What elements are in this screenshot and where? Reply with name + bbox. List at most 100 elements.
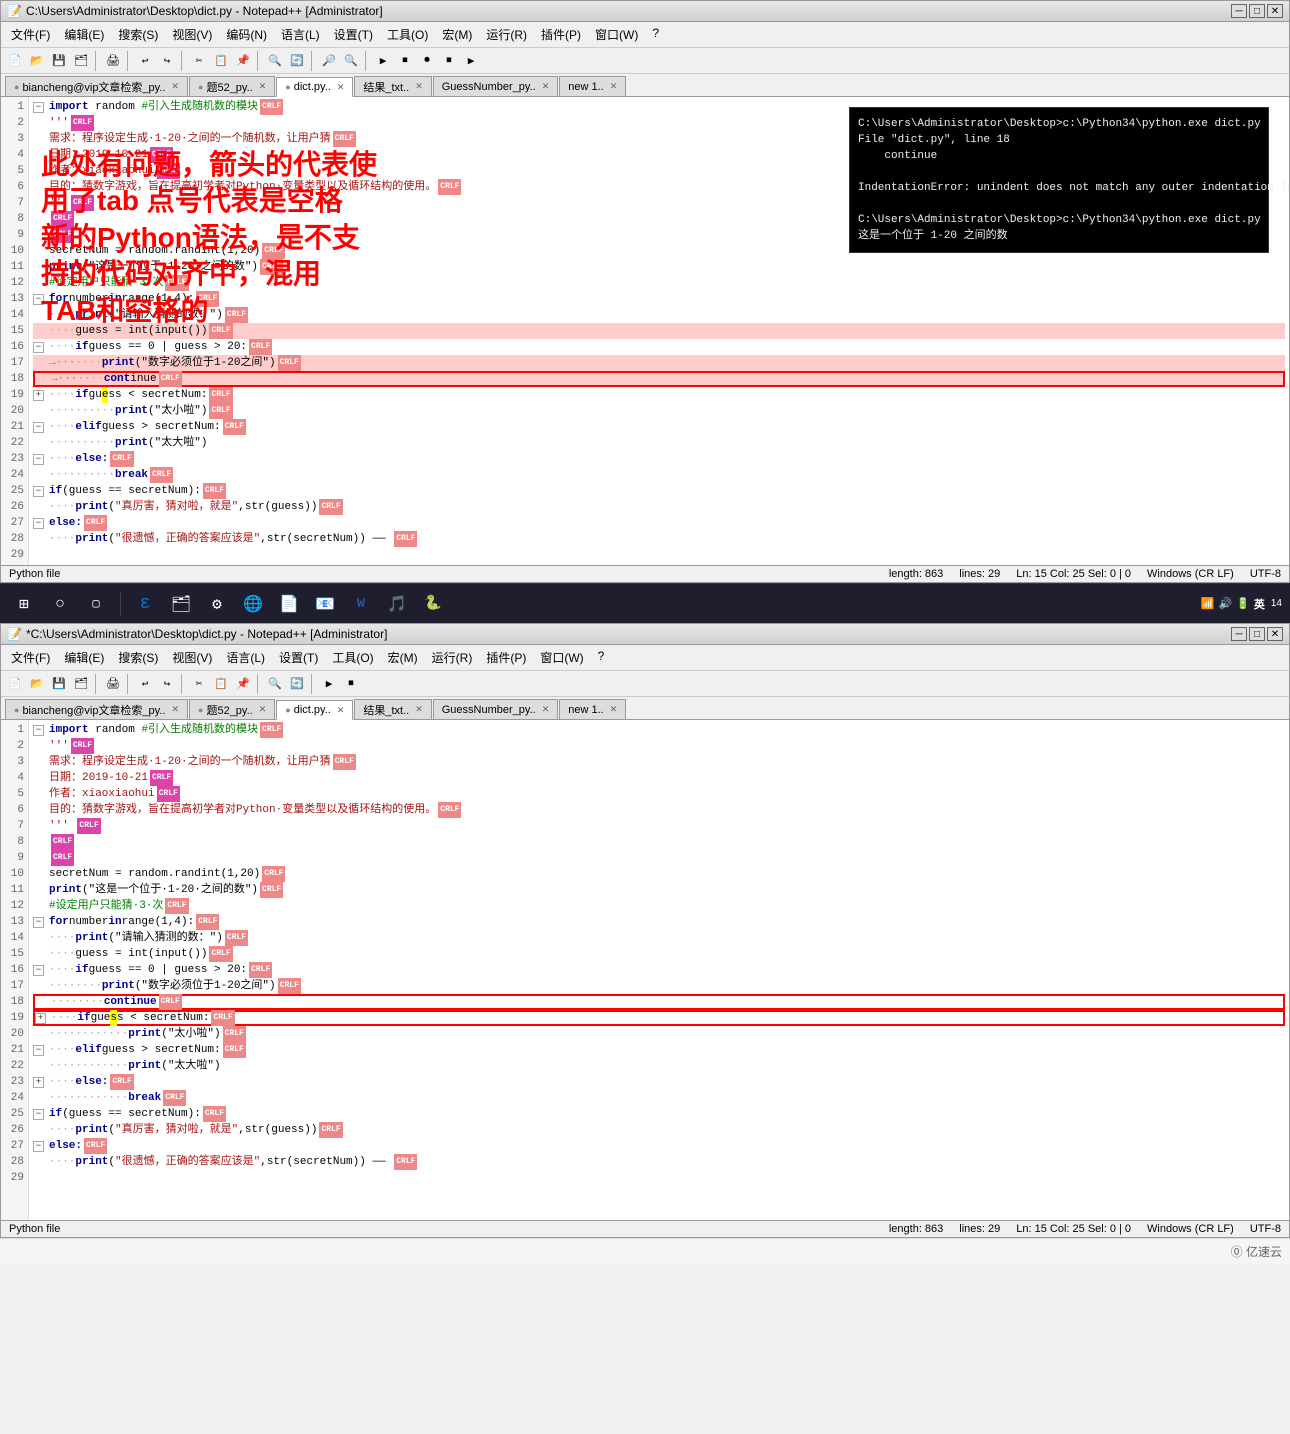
settings-icon[interactable]: ⚙ (201, 588, 233, 620)
fold-21[interactable]: − (33, 422, 44, 433)
menu-run-2[interactable]: 运行(R) (426, 647, 479, 668)
run-btn-1[interactable]: ▶ (373, 51, 393, 71)
menu-lang-1[interactable]: 语言(L) (275, 24, 326, 45)
fold-25[interactable]: − (33, 486, 44, 497)
search-button[interactable]: ○ (44, 588, 76, 620)
fold-27[interactable]: − (33, 518, 44, 529)
close-button-1[interactable]: ✕ (1267, 4, 1283, 18)
menu-file-1[interactable]: 文件(F) (5, 24, 56, 45)
menu-lang-2[interactable]: 语言(L) (220, 647, 271, 668)
macro-btn-1[interactable]: ⏺ (417, 51, 437, 71)
menu-plugin-1[interactable]: 插件(P) (535, 24, 587, 45)
tab-biancheng-1[interactable]: ●biancheng@vip文章检索_py..✕ (5, 76, 188, 96)
menu-tools-1[interactable]: 工具(O) (381, 24, 434, 45)
replace-btn-1[interactable]: 🔄 (287, 51, 307, 71)
fold-23[interactable]: − (33, 454, 44, 465)
tab-result-2[interactable]: 结果_txt..✕ (354, 699, 431, 719)
menu-tools-2[interactable]: 工具(O) (326, 647, 379, 668)
open-btn-1[interactable]: 📂 (27, 51, 47, 71)
menu-search-1[interactable]: 搜索(S) (112, 24, 164, 45)
menu-macro-1[interactable]: 宏(M) (436, 24, 478, 45)
menu-file-2[interactable]: 文件(F) (5, 647, 56, 668)
menu-help-2[interactable]: ? (592, 647, 611, 668)
python-icon[interactable]: 🐍 (417, 588, 449, 620)
new-btn-1[interactable]: 📄 (5, 51, 25, 71)
macro-play-btn-1[interactable]: ▶ (461, 51, 481, 71)
cut-btn-2[interactable]: ✂ (189, 674, 209, 694)
menu-edit-1[interactable]: 编辑(E) (58, 24, 110, 45)
volume-icon[interactable]: 🔊 (1218, 597, 1232, 610)
new-btn-2[interactable]: 📄 (5, 674, 25, 694)
start-button[interactable]: ⊞ (8, 588, 40, 620)
menu-view-1[interactable]: 视图(V) (166, 24, 218, 45)
save-all-btn-1[interactable]: 🗂 (71, 51, 91, 71)
find-btn-1[interactable]: 🔍 (265, 51, 285, 71)
tab-dict-2[interactable]: ●dict.py..✕ (276, 700, 353, 720)
code-area-2[interactable]: − import random #引入生成随机数的模块CRLF '''CRLF … (29, 720, 1289, 1220)
menu-help-1[interactable]: ? (646, 24, 665, 45)
tab-new1-1[interactable]: new 1..✕ (559, 76, 626, 96)
save-btn-1[interactable]: 💾 (49, 51, 69, 71)
tab-new1-2[interactable]: new 1..✕ (559, 699, 626, 719)
save-btn-2[interactable]: 💾 (49, 674, 69, 694)
minimize-button-2[interactable]: ─ (1231, 627, 1247, 641)
undo-btn-2[interactable]: ↩ (135, 674, 155, 694)
print-btn-1[interactable]: 🖨 (103, 51, 123, 71)
menu-view-2[interactable]: 视图(V) (166, 647, 218, 668)
maximize-button-2[interactable]: □ (1249, 627, 1265, 641)
tab-52-1[interactable]: ●题52_py..✕ (189, 76, 275, 96)
menu-window-1[interactable]: 窗口(W) (589, 24, 644, 45)
fold-19[interactable]: + (33, 390, 44, 401)
redo-btn-1[interactable]: ↪ (157, 51, 177, 71)
word-icon[interactable]: W (345, 588, 377, 620)
find-btn-2[interactable]: 🔍 (265, 674, 285, 694)
music-icon[interactable]: 🎵 (381, 588, 413, 620)
replace-btn-2[interactable]: 🔄 (287, 674, 307, 694)
notepad-taskbar-icon[interactable]: 📄 (273, 588, 305, 620)
cut-btn-1[interactable]: ✂ (189, 51, 209, 71)
zoom-in-btn-1[interactable]: 🔎 (319, 51, 339, 71)
tab-guess-1[interactable]: GuessNumber_py..✕ (433, 76, 559, 96)
battery-icon[interactable]: 🔋 (1236, 597, 1250, 610)
fold-16[interactable]: − (33, 342, 44, 353)
explorer-icon[interactable]: 🗂 (165, 588, 197, 620)
save-all-btn-2[interactable]: 🗂 (71, 674, 91, 694)
fold-13[interactable]: − (33, 294, 44, 305)
menu-search-2[interactable]: 搜索(S) (112, 647, 164, 668)
menu-macro-2[interactable]: 宏(M) (382, 647, 424, 668)
open-btn-2[interactable]: 📂 (27, 674, 47, 694)
undo-btn-1[interactable]: ↩ (135, 51, 155, 71)
lang-indicator[interactable]: 英 (1254, 596, 1265, 612)
run-stop-btn-1[interactable]: ⏹ (395, 51, 415, 71)
menu-settings-2[interactable]: 设置(T) (273, 647, 324, 668)
menu-settings-1[interactable]: 设置(T) (328, 24, 379, 45)
menu-encode-1[interactable]: 编码(N) (220, 24, 273, 45)
menu-edit-2[interactable]: 编辑(E) (58, 647, 110, 668)
zoom-out-btn-1[interactable]: 🔍 (341, 51, 361, 71)
print-btn-2[interactable]: 🖨 (103, 674, 123, 694)
minimize-button-1[interactable]: ─ (1231, 4, 1247, 18)
globe-icon[interactable]: 🌐 (237, 588, 269, 620)
run-stop-btn-2[interactable]: ⏹ (341, 674, 361, 694)
menu-run-1[interactable]: 运行(R) (480, 24, 533, 45)
copy-btn-1[interactable]: 📋 (211, 51, 231, 71)
task-view-button[interactable]: ▢ (80, 588, 112, 620)
edge-icon[interactable]: ε (129, 588, 161, 620)
close-button-2[interactable]: ✕ (1267, 627, 1283, 641)
tab-52-2[interactable]: ●题52_py..✕ (189, 699, 275, 719)
paste-btn-2[interactable]: 📌 (233, 674, 253, 694)
menu-window-2[interactable]: 窗口(W) (534, 647, 589, 668)
fold-1[interactable]: − (33, 102, 44, 113)
menu-plugin-2[interactable]: 插件(P) (480, 647, 532, 668)
tab-biancheng-2[interactable]: ●biancheng@vip文章检索_py..✕ (5, 699, 188, 719)
tab-result-1[interactable]: 结果_txt..✕ (354, 76, 431, 96)
maximize-button-1[interactable]: □ (1249, 4, 1265, 18)
copy-btn-2[interactable]: 📋 (211, 674, 231, 694)
paste-btn-1[interactable]: 📌 (233, 51, 253, 71)
run-btn-2[interactable]: ▶ (319, 674, 339, 694)
mail-icon[interactable]: 📧 (309, 588, 341, 620)
macro-stop-btn-1[interactable]: ⏹ (439, 51, 459, 71)
tab-guess-2[interactable]: GuessNumber_py..✕ (433, 699, 559, 719)
redo-btn-2[interactable]: ↪ (157, 674, 177, 694)
time-display[interactable]: 14 (1271, 598, 1282, 609)
